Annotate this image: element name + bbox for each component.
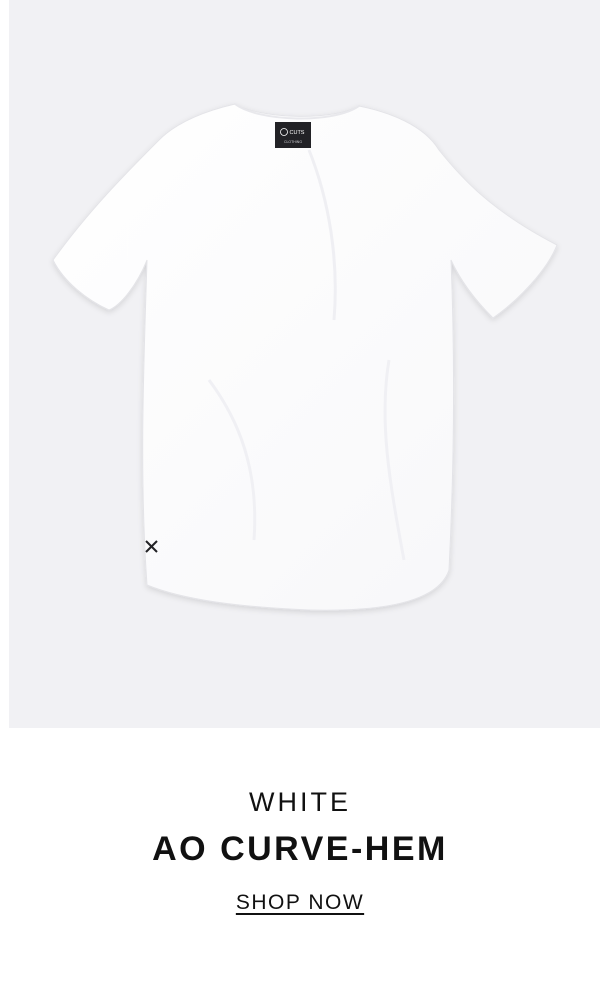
shop-now-container: SHOP NOW bbox=[0, 891, 600, 915]
tshirt-image: CUTS CLOTHING bbox=[52, 103, 558, 611]
product-color: WHITE bbox=[249, 787, 351, 817]
neck-label: CUTS CLOTHING bbox=[275, 122, 311, 148]
svg-text:CUTS: CUTS bbox=[290, 130, 305, 136]
shop-now-link[interactable]: SHOP NOW bbox=[236, 891, 364, 914]
svg-text:CLOTHING: CLOTHING bbox=[284, 140, 302, 144]
product-image[interactable]: CUTS CLOTHING bbox=[9, 0, 600, 728]
tshirt-body bbox=[52, 103, 558, 611]
product-title[interactable]: AO CURVE-HEM bbox=[0, 828, 600, 870]
product-info: WHITE AO CURVE-HEM SHOP NOW bbox=[0, 728, 600, 1006]
